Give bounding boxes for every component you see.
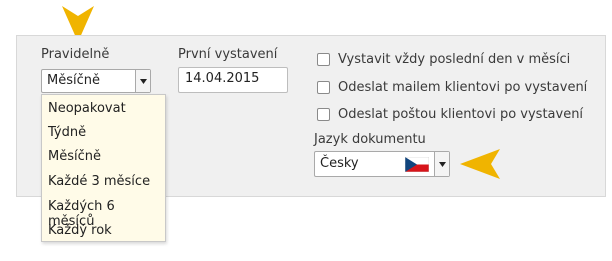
checkbox-send-email-label: Odeslat mailem klientovi po vystavení — [338, 80, 588, 95]
language-selected-value: Česky — [320, 156, 359, 171]
language-label: Jazyk dokumentu — [314, 132, 426, 147]
frequency-select[interactable]: Měsíčně — [41, 69, 151, 93]
dropdown-option[interactable]: Týdně — [48, 125, 86, 140]
checkbox-send-post-row[interactable]: Odeslat poštou klientovi po vystavení — [317, 107, 583, 122]
checkbox-last-day-row[interactable]: Vystavit vždy poslední den v měsíci — [317, 52, 570, 67]
first-issue-label: První vystavení — [178, 47, 278, 62]
frequency-label: Pravidelně — [41, 47, 110, 62]
dropdown-option[interactable]: Měsíčně — [48, 149, 101, 164]
czech-flag-icon — [405, 157, 429, 172]
dropdown-option[interactable]: Každý rok — [48, 223, 112, 238]
first-issue-date-value: 14.04.2015 — [185, 71, 260, 86]
checkbox-send-email[interactable] — [317, 81, 330, 94]
checkbox-send-post-label: Odeslat poštou klientovi po vystavení — [338, 107, 584, 122]
first-issue-date-input[interactable]: 14.04.2015 — [178, 67, 288, 93]
pointer-arrow-left-icon — [460, 149, 500, 179]
frequency-dropdown-list: Neopakovat Týdně Měsíčně Každé 3 měsíce … — [41, 94, 166, 242]
dropdown-option[interactable]: Každé 3 měsíce — [48, 174, 150, 189]
checkbox-send-post[interactable] — [317, 108, 330, 121]
checkbox-last-day[interactable] — [317, 53, 330, 66]
dropdown-option[interactable]: Neopakovat — [48, 101, 126, 116]
frequency-dropdown-button[interactable] — [135, 70, 150, 92]
triangle-down-icon — [139, 78, 147, 84]
frequency-selected-value: Měsíčně — [47, 73, 100, 88]
language-dropdown-button[interactable] — [434, 152, 449, 176]
checkbox-last-day-label: Vystavit vždy poslední den v měsíci — [338, 52, 571, 67]
checkbox-send-email-row[interactable]: Odeslat mailem klientovi po vystavení — [317, 80, 587, 95]
triangle-down-icon — [438, 161, 446, 167]
language-select[interactable]: Česky — [314, 151, 450, 177]
